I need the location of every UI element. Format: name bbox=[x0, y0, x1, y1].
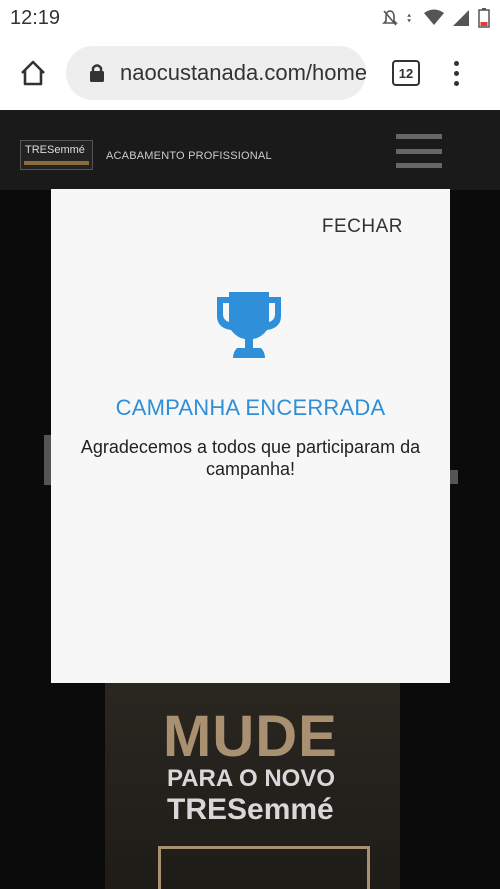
status-time: 12:19 bbox=[10, 6, 61, 29]
battery-low-icon bbox=[478, 8, 490, 28]
status-bar: 12:19 bbox=[0, 0, 500, 36]
brand-name: TRESemmé bbox=[25, 144, 85, 156]
product-headline: MUDE bbox=[163, 704, 338, 769]
browser-toolbar: naocustanada.com/home 12 bbox=[0, 36, 500, 110]
tab-switcher-button[interactable]: 12 bbox=[392, 60, 420, 86]
trophy-icon bbox=[217, 292, 281, 358]
home-icon bbox=[21, 60, 45, 86]
close-button[interactable]: FECHAR bbox=[322, 216, 403, 238]
notifications-off-icon bbox=[382, 10, 398, 26]
address-bar[interactable]: naocustanada.com/home bbox=[66, 46, 366, 100]
brand-logo[interactable]: TRESemmé bbox=[20, 140, 93, 170]
brand-tagline: ACABAMENTO PROFISSIONAL bbox=[106, 150, 272, 162]
status-icons bbox=[382, 8, 490, 28]
lock-icon bbox=[90, 64, 104, 82]
home-button[interactable] bbox=[0, 36, 66, 110]
url-text: naocustanada.com/home bbox=[120, 60, 366, 85]
signal-icon bbox=[453, 10, 469, 26]
product-subheadline: PARA O NOVO bbox=[167, 765, 336, 792]
data-arrows-icon bbox=[407, 13, 411, 23]
wifi-icon bbox=[424, 9, 444, 25]
modal-message: Agradecemos a todos que participaram da … bbox=[80, 437, 421, 479]
site-header: TRESemmé ACABAMENTO PROFISSIONAL bbox=[0, 110, 500, 190]
product-banner: MUDE PARA O NOVO TRESemmé bbox=[105, 683, 400, 889]
campaign-ended-modal: FECHAR CAMPANHA ENCERRADA Agradecemos a … bbox=[51, 189, 450, 683]
tab-count: 12 bbox=[398, 65, 414, 81]
hamburger-icon[interactable] bbox=[396, 134, 442, 168]
product-frame bbox=[158, 846, 370, 889]
modal-title: CAMPANHA ENCERRADA bbox=[115, 395, 386, 420]
product-brand: TRESemmé bbox=[167, 793, 334, 826]
overflow-menu-icon[interactable] bbox=[452, 60, 460, 86]
background-decoration bbox=[450, 470, 458, 484]
